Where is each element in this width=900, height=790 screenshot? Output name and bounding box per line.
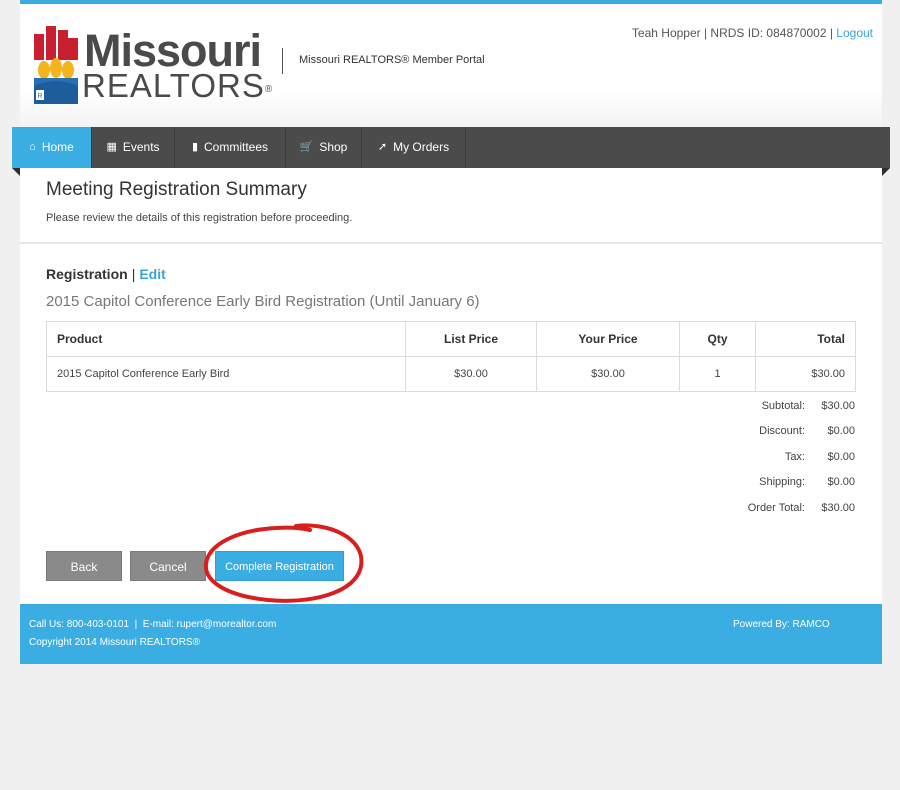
back-button[interactable]: Back: [46, 551, 122, 581]
footer-contact: Call Us: 800-403-0101 | E-mail: rupert@m…: [29, 619, 277, 630]
products-table: Product List Price Your Price Qty Total …: [46, 321, 856, 392]
cell-your-price: $30.00: [536, 356, 680, 392]
nav-label-events: Events: [122, 140, 160, 154]
cell-total: $30.00: [755, 356, 856, 392]
nav-item-shop[interactable]: 🛒 Shop: [286, 127, 362, 168]
discount-value: $0.00: [827, 425, 855, 438]
registration-separator: |: [131, 266, 136, 282]
portal-title: Missouri REALTORS® Member Portal: [299, 54, 485, 66]
tax-label: Tax:: [784, 450, 805, 463]
pin-icon: ➚: [377, 141, 388, 153]
edit-registration-link[interactable]: Edit: [139, 266, 165, 282]
col-header-qty: Qty: [679, 321, 756, 357]
registration-name: 2015 Capitol Conference Early Bird Regis…: [46, 293, 480, 310]
page-header: Meeting Registration Summary Please revi…: [20, 168, 882, 244]
header-divider: [282, 48, 283, 74]
col-header-list-price: List Price: [405, 321, 537, 357]
cell-list-price: $30.00: [405, 356, 537, 392]
user-id-text: Teah Hopper | NRDS ID: 084870002 |: [631, 26, 833, 40]
cell-product: 2015 Capitol Conference Early Bird: [46, 356, 406, 392]
order-total-value: $30.00: [821, 501, 855, 514]
page-subtitle: Please review the details of this regist…: [46, 212, 353, 224]
order-total-label: Order Total:: [747, 501, 805, 514]
discount-row: Discount: $0.00: [620, 425, 855, 450]
subtotal-row: Subtotal: $30.00: [620, 400, 855, 425]
site-header: R Missouri REALTORS® Missouri REALTORS® …: [20, 4, 882, 127]
table-header-row: Product List Price Your Price Qty Total: [46, 321, 856, 357]
registration-label: Registration: [46, 266, 128, 282]
subtotal-label: Subtotal:: [761, 400, 805, 412]
main-content: Meeting Registration Summary Please revi…: [20, 168, 882, 604]
calendar-icon: ▦: [106, 141, 117, 153]
nav-label-home: Home: [41, 140, 74, 154]
missouri-realtors-logo[interactable]: R Missouri REALTORS®: [32, 18, 272, 104]
shipping-row: Shipping: $0.00: [620, 476, 855, 501]
footer-powered-by: Powered By: RAMCO: [733, 619, 830, 630]
subtotal-value: $30.00: [821, 400, 855, 412]
nav-label-shop: Shop: [319, 140, 348, 154]
cell-qty: 1: [679, 356, 756, 392]
col-header-total: Total: [755, 321, 856, 357]
tax-value: $0.00: [827, 450, 855, 463]
cancel-button[interactable]: Cancel: [130, 551, 206, 581]
nav-label-my-orders: My Orders: [393, 140, 450, 154]
capitol-logo-icon: R: [34, 26, 78, 104]
nav-item-home[interactable]: ⌂ Home: [12, 127, 92, 168]
shipping-label: Shipping:: [759, 476, 805, 489]
comment-icon: ▮: [191, 141, 199, 153]
table-row: 2015 Capitol Conference Early Bird $30.0…: [46, 356, 856, 392]
logout-link[interactable]: Logout: [836, 26, 873, 40]
site-footer: Call Us: 800-403-0101 | E-mail: rupert@m…: [20, 604, 882, 664]
page-title: Meeting Registration Summary: [46, 179, 307, 200]
footer-copyright: Copyright 2014 Missouri REALTORS®: [29, 637, 200, 648]
main-nav: ⌂ Home ▦ Events ▮ Committees 🛒 Shop ➚ My…: [12, 127, 890, 168]
user-info: Teah Hopper | NRDS ID: 084870002 | Logou…: [632, 26, 873, 40]
nav-item-my-orders[interactable]: ➚ My Orders: [362, 127, 466, 168]
nav-item-events[interactable]: ▦ Events: [92, 127, 175, 168]
registration-heading: Registration | Edit: [46, 266, 166, 282]
order-totals: Subtotal: $30.00 Discount: $0.00 Tax: $0.00…: [620, 400, 855, 527]
nav-label-committees: Committees: [204, 140, 269, 154]
discount-label: Discount:: [759, 425, 805, 438]
home-icon: ⌂: [29, 141, 36, 153]
col-header-product: Product: [46, 321, 406, 357]
nav-fold-left: [12, 168, 20, 176]
cart-icon: 🛒: [299, 141, 314, 153]
col-header-your-price: Your Price: [536, 321, 680, 357]
shipping-value: $0.00: [827, 476, 855, 489]
highlight-circle-annotation: [203, 523, 364, 603]
order-total-row: Order Total: $30.00: [620, 502, 855, 527]
nav-fold-right: [882, 168, 890, 176]
tax-row: Tax: $0.00: [620, 451, 855, 476]
svg-text:R: R: [37, 93, 42, 100]
logo-text-realtors: REALTORS®: [82, 67, 274, 104]
nav-item-committees[interactable]: ▮ Committees: [175, 127, 286, 168]
